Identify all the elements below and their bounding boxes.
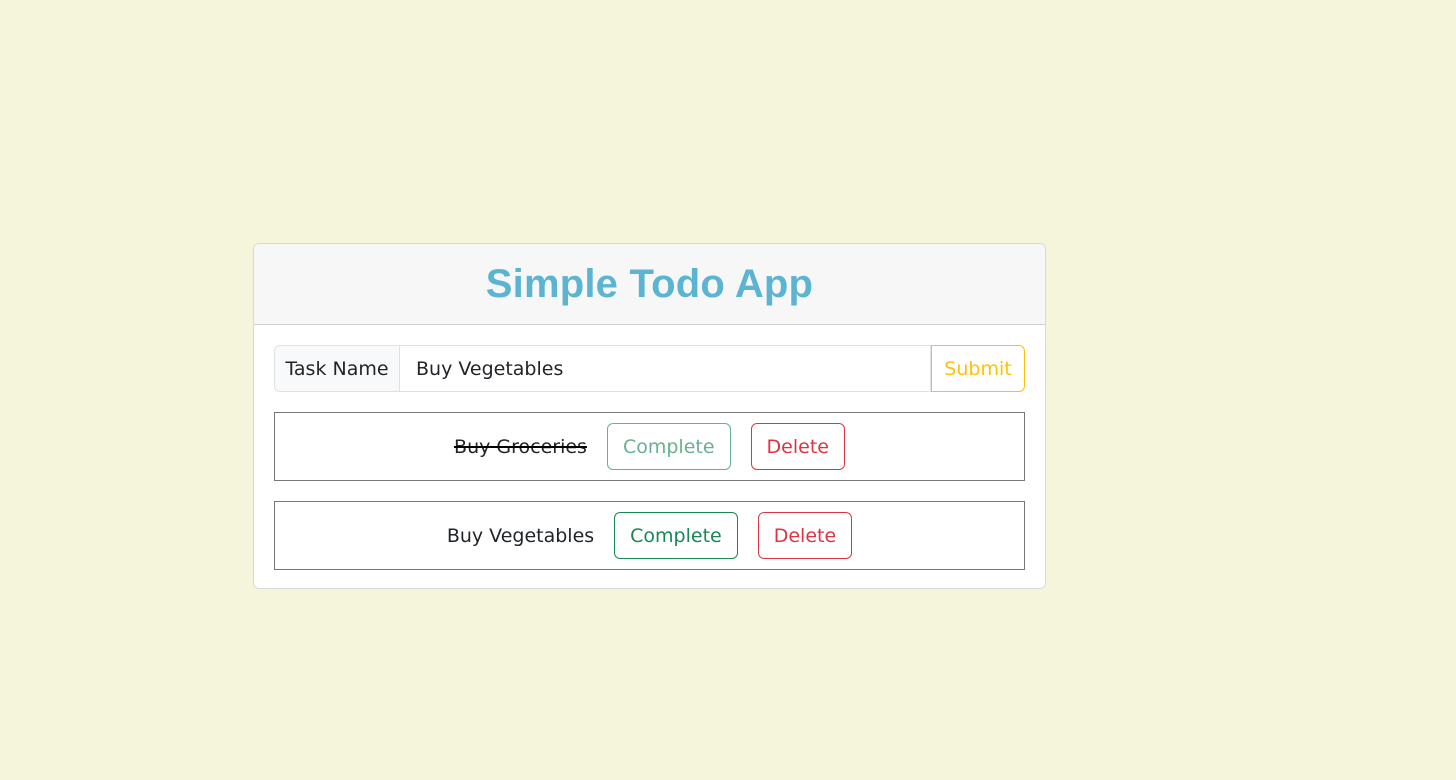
complete-button[interactable]: Complete	[614, 512, 738, 559]
todo-item: Buy Groceries Complete Delete	[274, 412, 1025, 481]
task-input-group: Task Name Submit	[274, 345, 1025, 392]
todo-item-text: Buy Groceries	[454, 435, 587, 458]
submit-button[interactable]: Submit	[931, 345, 1025, 392]
card-body: Task Name Submit Buy Groceries Complete …	[254, 325, 1045, 570]
delete-button[interactable]: Delete	[750, 423, 845, 470]
task-name-input[interactable]	[399, 345, 931, 392]
task-name-label: Task Name	[274, 345, 399, 392]
todo-item-text: Buy Vegetables	[446, 524, 595, 547]
complete-button[interactable]: Complete	[606, 423, 731, 470]
todo-item: Buy Vegetables Complete Delete	[274, 501, 1025, 570]
card-header: Simple Todo App	[254, 244, 1045, 325]
delete-button[interactable]: Delete	[757, 512, 853, 559]
page-title: Simple Todo App	[485, 261, 814, 306]
todo-card: Simple Todo App Task Name Submit Buy Gro…	[253, 243, 1046, 589]
